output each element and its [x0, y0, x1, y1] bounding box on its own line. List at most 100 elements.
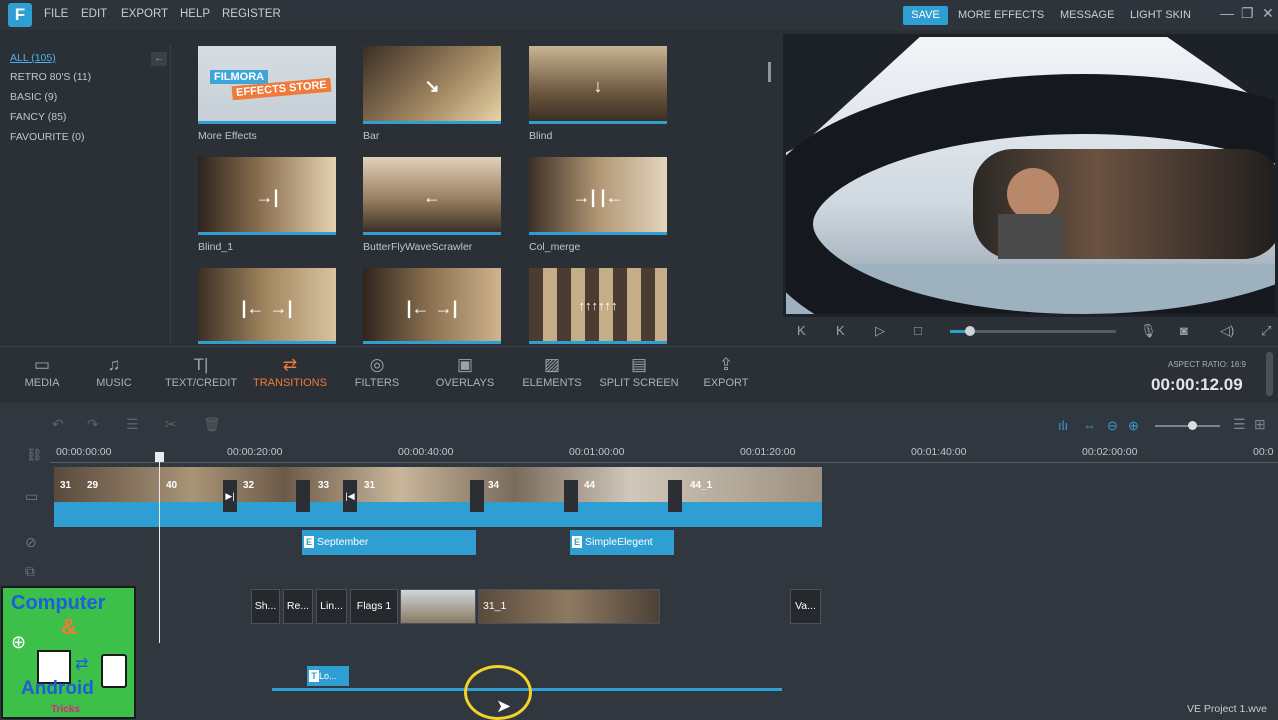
link-icon[interactable]: ⛓ — [26, 447, 43, 463]
playback-progress-handle[interactable] — [964, 326, 975, 336]
pip-clip[interactable]: Lin... — [316, 589, 347, 624]
tool-label: ELEMENTS — [522, 377, 582, 389]
minimize-icon[interactable]: — — [1220, 5, 1234, 21]
clip-number: 31 — [364, 480, 376, 491]
menu-edit[interactable]: EDIT — [81, 8, 107, 20]
effect-clip-september[interactable]: E September — [302, 530, 476, 555]
audio-mixer-icon[interactable]: ılı — [1058, 418, 1068, 433]
stop-icon[interactable]: □ — [914, 323, 922, 338]
pip-clip[interactable]: 31_1 — [478, 589, 660, 624]
play-icon[interactable]: ▷ — [875, 323, 885, 339]
category-retro[interactable]: RETRO 80'S (11) — [10, 71, 91, 83]
arrow-icon: |← →| — [406, 298, 458, 318]
effect-thumb-bar[interactable]: ↘ — [363, 46, 501, 124]
toolbar-scrollbar[interactable] — [1266, 352, 1273, 396]
ruler-tick: 00:00:00:00 — [56, 446, 112, 458]
watermark-line: & — [61, 614, 77, 639]
tool-label: MUSIC — [96, 377, 132, 389]
transition-marker[interactable]: ▶| — [223, 480, 237, 512]
channel-watermark-logo: Computer & ⊕ ⇄ Android Tricks — [1, 586, 136, 719]
save-button[interactable]: SAVE — [903, 6, 948, 25]
close-icon[interactable]: ✕ — [1262, 5, 1274, 22]
volume-icon[interactable]: ◁) — [1220, 323, 1234, 339]
redo-icon[interactable]: ↷ — [87, 416, 99, 433]
fullscreen-icon[interactable]: ⤢ — [1261, 323, 1271, 339]
transition-marker[interactable] — [470, 480, 484, 512]
clip-number: 34 — [488, 480, 500, 491]
transition-marker[interactable]: |◀ — [343, 480, 357, 512]
clip-number: 40 — [166, 480, 178, 491]
menu-file[interactable]: FILE — [44, 8, 68, 20]
category-favourite[interactable]: FAVOURITE (0) — [10, 131, 84, 143]
tool-text-credit[interactable]: T| TEXT/CREDIT — [161, 355, 241, 389]
transition-marker[interactable] — [296, 480, 310, 512]
maximize-icon[interactable]: ❐ — [1241, 5, 1254, 22]
zoom-in-icon[interactable]: ⊕ — [1128, 418, 1139, 434]
microphone-icon[interactable]: 🎙 — [1140, 323, 1157, 339]
more-effects-link[interactable]: MORE EFFECTS — [958, 9, 1044, 21]
tool-label: MEDIA — [24, 377, 60, 389]
elements-icon: ▨ — [543, 355, 561, 374]
pip-clip[interactable] — [400, 589, 476, 624]
pip-clip[interactable]: Sh... — [251, 589, 280, 624]
pip-clip[interactable]: Va... — [790, 589, 821, 624]
effect-thumb-8[interactable]: |← →| — [363, 268, 501, 344]
playhead[interactable] — [159, 455, 160, 643]
delete-icon[interactable]: 🗑 — [203, 416, 221, 433]
clip-number: 44 — [584, 480, 596, 491]
collapse-panel-icon[interactable]: ← — [151, 52, 167, 66]
effects-scrollbar[interactable] — [768, 62, 771, 82]
list-view-icon[interactable]: ☰ — [1233, 416, 1246, 433]
menu-help[interactable]: HELP — [180, 8, 210, 20]
tool-export[interactable]: ⇪ EXPORT — [686, 355, 766, 389]
transition-marker[interactable] — [668, 480, 682, 512]
tool-split-screen[interactable]: ▤ SPLIT SCREEN — [599, 355, 679, 389]
tool-elements[interactable]: ▨ ELEMENTS — [512, 355, 592, 389]
effect-thumb-blind[interactable]: ↓ — [529, 46, 667, 124]
fit-icon[interactable]: ⇔ — [1083, 418, 1096, 433]
grid-view-icon[interactable]: ⊞ — [1254, 416, 1266, 433]
cut-icon[interactable]: ✂ — [165, 416, 177, 433]
effect-thumb-blind-1[interactable]: →| — [198, 157, 336, 235]
category-fancy[interactable]: FANCY (85) — [10, 111, 66, 123]
effect-clip-simpleelegent[interactable]: E SimpleElegent — [570, 530, 674, 555]
transitions-icon: ⇄ — [282, 355, 298, 374]
category-basic[interactable]: BASIC (9) — [10, 91, 57, 103]
title-clip[interactable]: T Lo... — [307, 666, 349, 686]
effect-thumb-col-merge[interactable]: →| |← — [529, 157, 667, 235]
overlays-icon: ▣ — [456, 355, 474, 374]
effect-clip-label: September — [317, 536, 369, 548]
message-link[interactable]: MESSAGE — [1060, 9, 1114, 21]
next-frame-icon[interactable]: K — [836, 323, 845, 338]
previous-frame-icon[interactable]: K — [797, 323, 806, 338]
phone-icon — [101, 654, 127, 688]
effect-label: Col_merge — [529, 241, 581, 253]
zoom-out-icon[interactable]: ⊖ — [1107, 418, 1118, 434]
snapshot-icon[interactable]: ◙ — [1180, 323, 1188, 338]
tool-music[interactable]: ♫ MUSIC — [74, 355, 154, 389]
effects-store-thumb[interactable]: FILMORA EFFECTS STORE — [198, 46, 336, 124]
light-skin-link[interactable]: LIGHT SKIN — [1130, 9, 1191, 21]
video-preview — [783, 34, 1278, 317]
pip-clip[interactable]: Flags 1 — [350, 589, 398, 624]
video-track-icon: ▭ — [25, 488, 39, 504]
effect-thumb-butterfly[interactable]: ← — [363, 157, 501, 235]
pip-clip[interactable]: Re... — [283, 589, 313, 624]
menu-register[interactable]: REGISTER — [222, 8, 281, 20]
category-all[interactable]: ALL (105) — [10, 52, 56, 64]
undo-icon[interactable]: ↶ — [52, 416, 64, 433]
transition-marker[interactable] — [564, 480, 578, 512]
tool-transitions[interactable]: ⇄ TRANSITIONS — [250, 355, 330, 389]
tool-media[interactable]: ▭ MEDIA — [2, 355, 82, 389]
zoom-slider-handle[interactable] — [1188, 421, 1197, 430]
tool-filters[interactable]: ◎ FILTERS — [337, 355, 417, 389]
ruler-tick: 00:01:20:00 — [740, 446, 796, 458]
settings-icon[interactable]: ☰ — [126, 416, 139, 433]
filters-icon: ◎ — [369, 355, 385, 374]
effect-thumb-9[interactable]: ↑↑↑↑↑↑ — [529, 268, 667, 344]
watermark-line: Android — [21, 678, 94, 699]
menu-export[interactable]: EXPORT — [121, 8, 168, 20]
app-logo-icon[interactable]: F — [8, 3, 32, 27]
effect-thumb-7[interactable]: |← →| — [198, 268, 336, 344]
tool-overlays[interactable]: ▣ OVERLAYS — [425, 355, 505, 389]
